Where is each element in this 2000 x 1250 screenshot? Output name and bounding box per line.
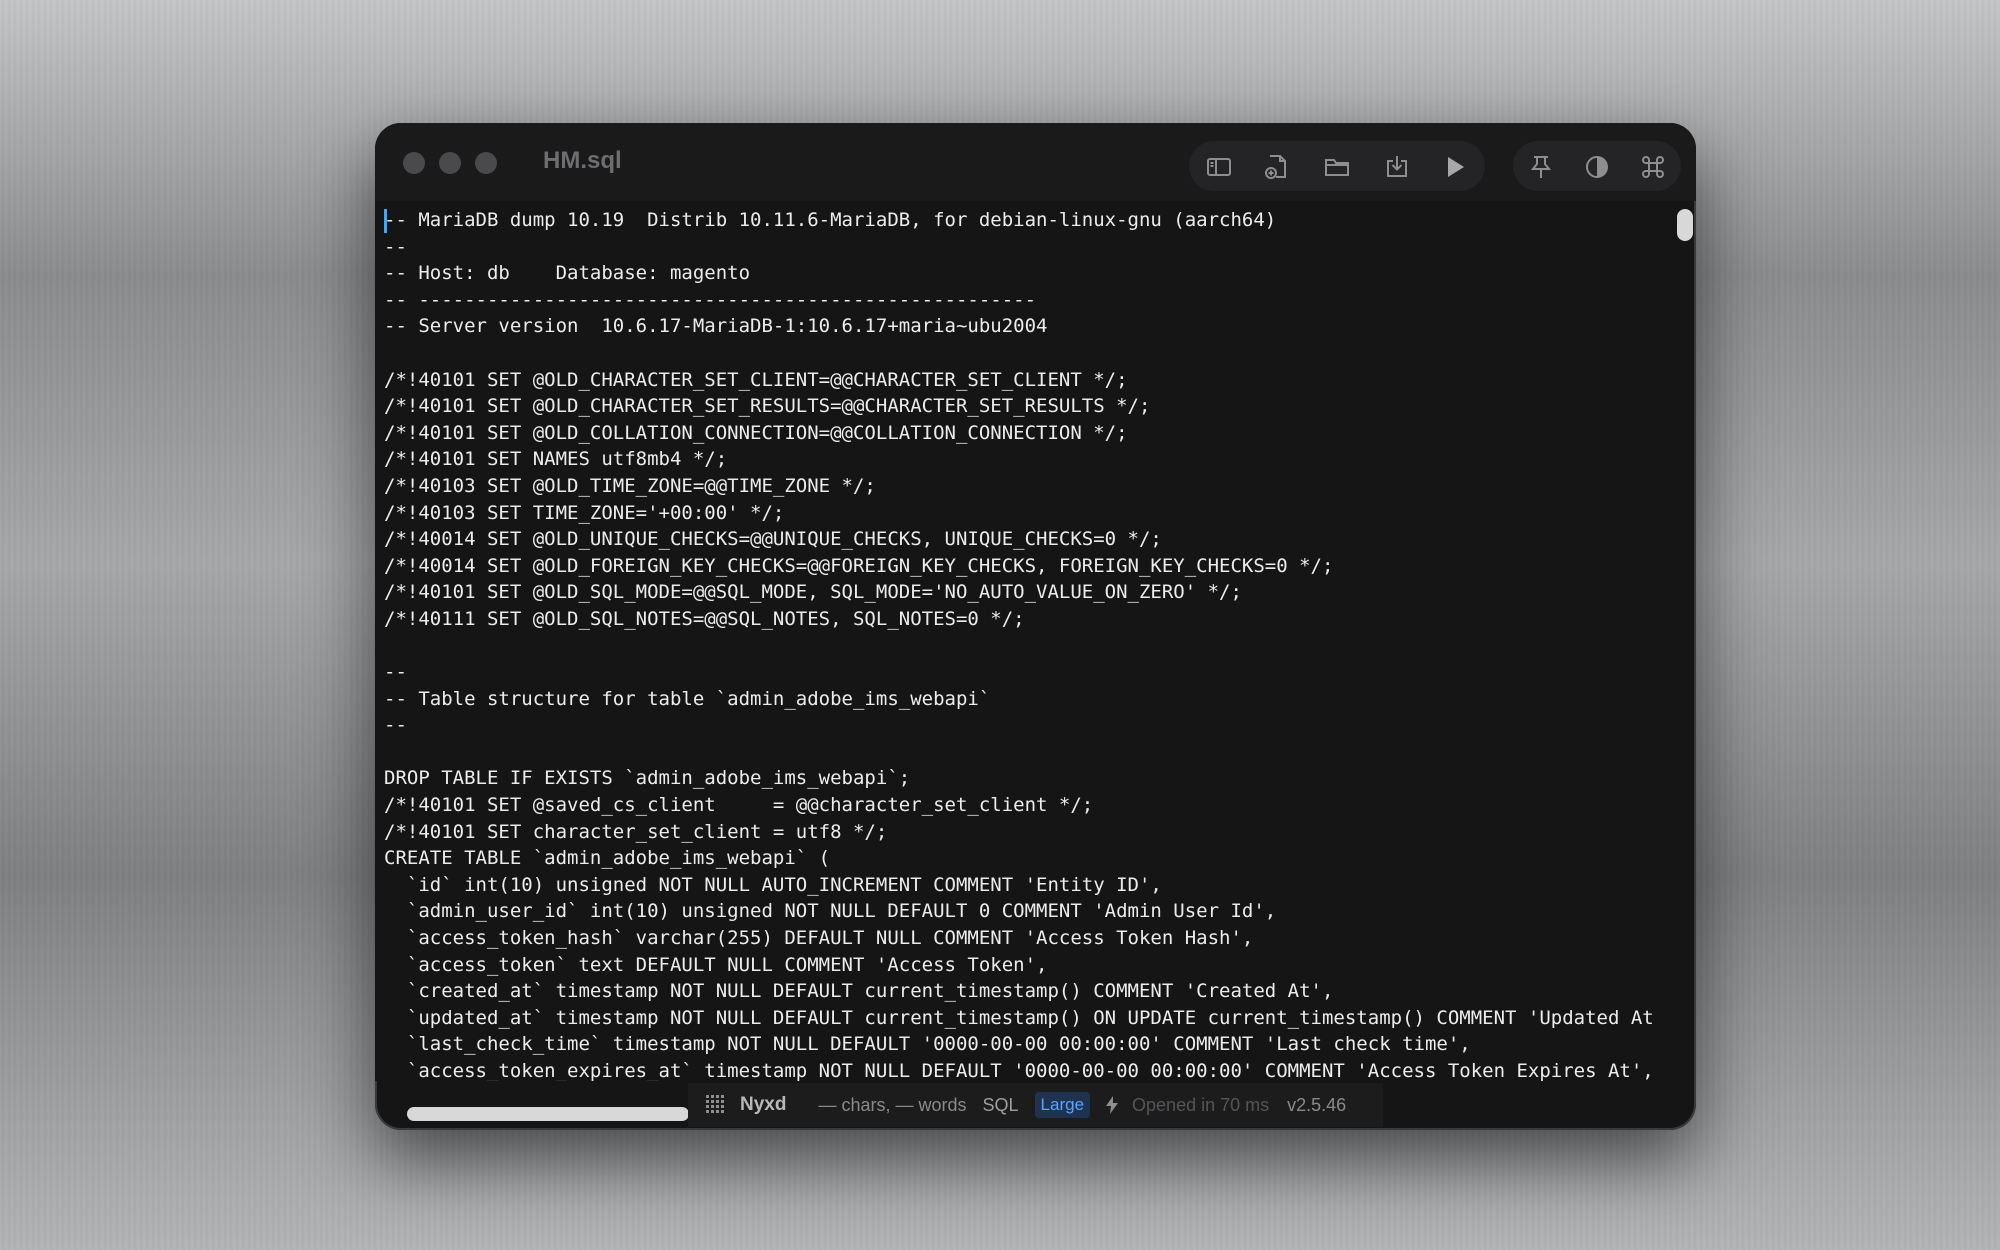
code-text[interactable]: -- MariaDB dump 10.19 Distrib 10.11.6-Ma… xyxy=(375,207,1654,1081)
app-name: Nyxd xyxy=(740,1094,787,1115)
code-line[interactable]: /*!40101 SET character_set_client = utf8… xyxy=(384,819,1654,846)
status-bar: Nyxd — chars, — words SQL Large Opened i… xyxy=(688,1083,1383,1127)
code-line[interactable]: `admin_user_id` int(10) unsigned NOT NUL… xyxy=(384,898,1654,925)
code-line[interactable]: -- Table structure for table `admin_adob… xyxy=(384,686,1654,713)
code-line[interactable]: /*!40101 SET NAMES utf8mb4 */; xyxy=(384,446,1654,473)
code-line[interactable]: /*!40101 SET @OLD_COLLATION_CONNECTION=@… xyxy=(384,420,1654,447)
open-folder-button[interactable] xyxy=(1321,151,1353,183)
toolbar-group-view xyxy=(1513,141,1681,191)
code-line[interactable]: `access_token_expires_at` timestamp NOT … xyxy=(384,1058,1654,1081)
code-line[interactable]: /*!40111 SET @OLD_SQL_NOTES=@@SQL_NOTES,… xyxy=(384,606,1654,633)
app-version: v2.5.46 xyxy=(1287,1094,1347,1115)
size-badge[interactable]: Large xyxy=(1034,1092,1091,1118)
word-count: — chars, — words xyxy=(818,1094,967,1115)
run-button[interactable] xyxy=(1439,151,1471,183)
code-line[interactable] xyxy=(384,340,1654,367)
app-logo-icon xyxy=(706,1095,724,1113)
code-line[interactable]: -- xyxy=(384,712,1654,739)
sidebar-icon xyxy=(1207,158,1231,176)
code-line[interactable]: `access_token` text DEFAULT NULL COMMENT… xyxy=(384,952,1654,979)
code-line[interactable]: -- MariaDB dump 10.19 Distrib 10.11.6-Ma… xyxy=(384,207,1654,234)
pin-icon xyxy=(1530,156,1552,178)
code-line[interactable]: `created_at` timestamp NOT NULL DEFAULT … xyxy=(384,978,1654,1005)
title-bar: HM.sql xyxy=(375,123,1696,201)
vertical-scroll-thumb[interactable] xyxy=(1677,209,1693,241)
sidebar-toggle-button[interactable] xyxy=(1203,151,1235,183)
minimize-window-button[interactable] xyxy=(439,152,461,174)
command-icon xyxy=(1642,156,1664,178)
code-line[interactable]: -- xyxy=(384,659,1654,686)
vertical-scrollbar[interactable] xyxy=(1677,205,1693,1085)
new-file-button[interactable] xyxy=(1261,151,1293,183)
code-line[interactable]: `last_check_time` timestamp NOT NULL DEF… xyxy=(384,1031,1654,1058)
code-line[interactable]: -- xyxy=(384,234,1654,261)
code-line[interactable]: -- Server version 10.6.17-MariaDB-1:10.6… xyxy=(384,313,1654,340)
editor-window: HM.sql -- MariaDB dump 10.19 Distrib 10.… xyxy=(375,123,1696,1130)
contrast-icon xyxy=(1586,156,1608,178)
play-icon xyxy=(1448,157,1464,177)
close-window-button[interactable] xyxy=(403,152,425,174)
code-line[interactable]: `access_token_hash` varchar(255) DEFAULT… xyxy=(384,925,1654,952)
zoom-window-button[interactable] xyxy=(475,152,497,174)
code-line[interactable]: `id` int(10) unsigned NOT NULL AUTO_INCR… xyxy=(384,872,1654,899)
code-line[interactable] xyxy=(384,739,1654,766)
code-line[interactable]: /*!40101 SET @saved_cs_client = @@charac… xyxy=(384,792,1654,819)
command-palette-button[interactable] xyxy=(1637,151,1669,183)
window-title: HM.sql xyxy=(543,147,622,174)
code-line[interactable]: /*!40103 SET TIME_ZONE='+00:00' */; xyxy=(384,500,1654,527)
code-line[interactable]: /*!40101 SET @OLD_SQL_MODE=@@SQL_MODE, S… xyxy=(384,579,1654,606)
code-line[interactable]: /*!40014 SET @OLD_FOREIGN_KEY_CHECKS=@@F… xyxy=(384,553,1654,580)
code-line[interactable]: /*!40014 SET @OLD_UNIQUE_CHECKS=@@UNIQUE… xyxy=(384,526,1654,553)
horizontal-scroll-thumb[interactable] xyxy=(407,1107,689,1121)
code-line[interactable]: DROP TABLE IF EXISTS `admin_adobe_ims_we… xyxy=(384,765,1654,792)
lightning-icon xyxy=(1106,1096,1119,1114)
language-selector[interactable]: SQL xyxy=(983,1095,1019,1116)
code-line[interactable]: /*!40101 SET @OLD_CHARACTER_SET_CLIENT=@… xyxy=(384,367,1654,394)
new-file-icon xyxy=(1265,155,1286,179)
download-icon xyxy=(1387,156,1407,177)
folder-icon xyxy=(1325,159,1349,176)
code-line[interactable]: -- -------------------------------------… xyxy=(384,287,1654,314)
code-line[interactable]: /*!40101 SET @OLD_CHARACTER_SET_RESULTS=… xyxy=(384,393,1654,420)
toolbar-group-file xyxy=(1189,141,1485,191)
load-time: Opened in 70 ms xyxy=(1132,1094,1270,1115)
theme-toggle-button[interactable] xyxy=(1581,151,1613,183)
pin-button[interactable] xyxy=(1525,151,1557,183)
code-line[interactable] xyxy=(384,633,1654,660)
code-editor[interactable]: -- MariaDB dump 10.19 Distrib 10.11.6-Ma… xyxy=(375,201,1672,1081)
code-line[interactable]: `updated_at` timestamp NOT NULL DEFAULT … xyxy=(384,1005,1654,1032)
download-button[interactable] xyxy=(1381,151,1413,183)
code-line[interactable]: /*!40103 SET @OLD_TIME_ZONE=@@TIME_ZONE … xyxy=(384,473,1654,500)
code-line[interactable]: -- Host: db Database: magento xyxy=(384,260,1654,287)
code-line[interactable]: CREATE TABLE `admin_adobe_ims_webapi` ( xyxy=(384,845,1654,872)
text-cursor xyxy=(384,209,387,233)
